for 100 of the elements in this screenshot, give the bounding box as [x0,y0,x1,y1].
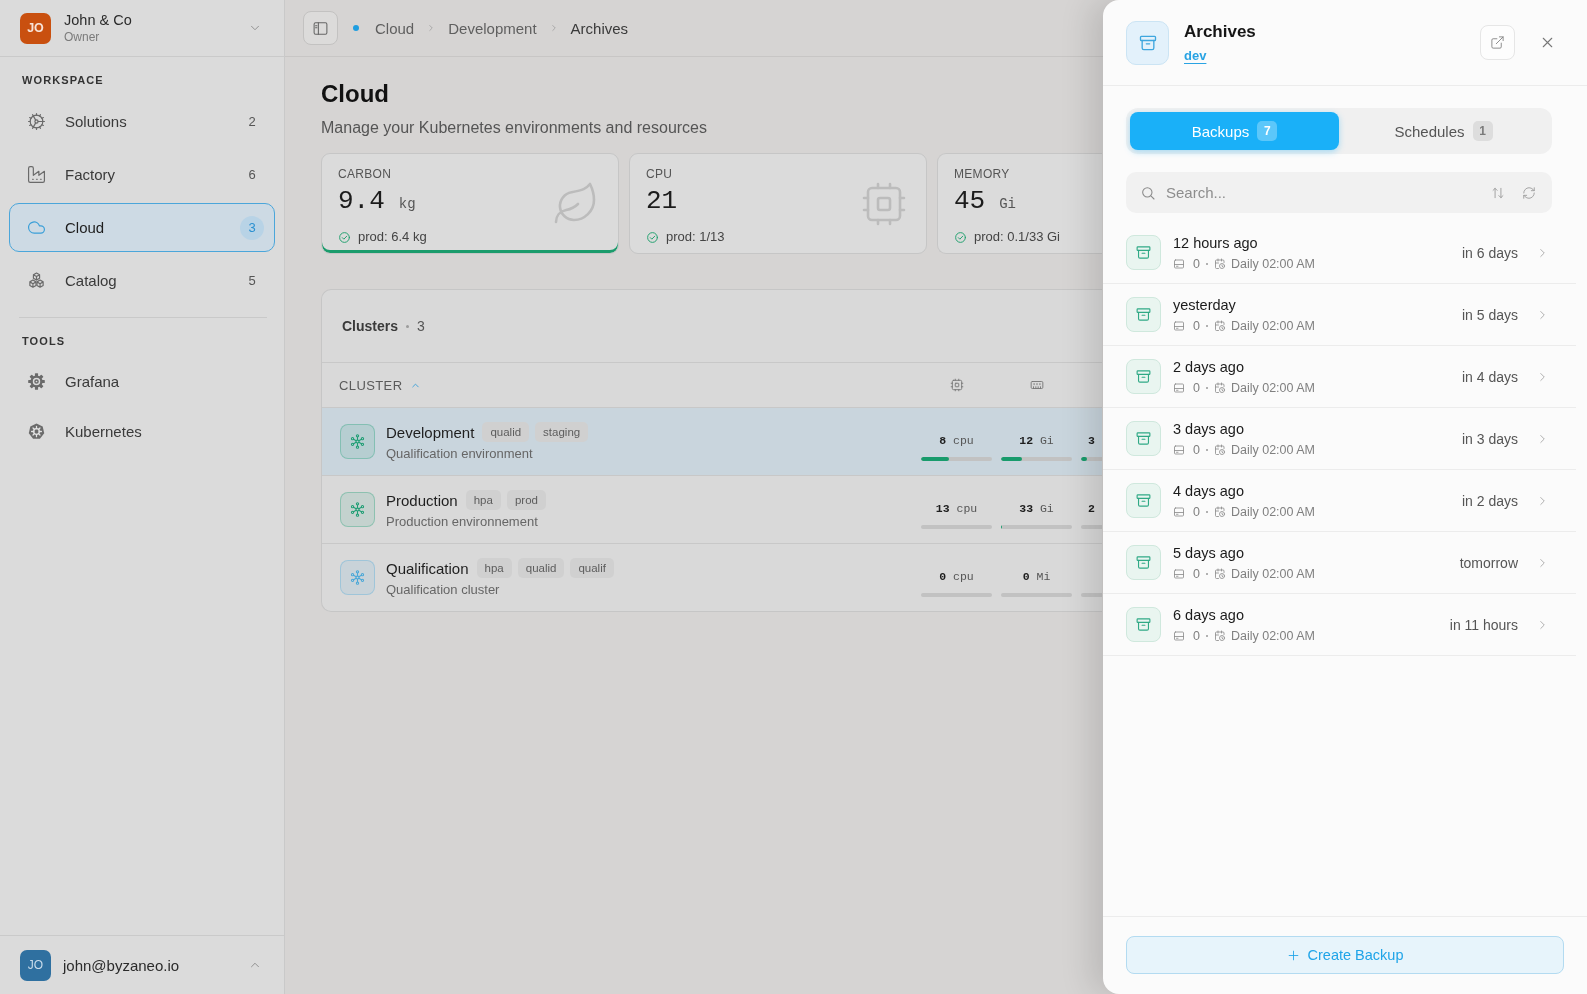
hard-drive-icon [1173,567,1185,580]
backup-row[interactable]: 3 days ago 0 Daily 02:00 AM in 3 days [1103,408,1576,470]
backup-time: 2 days ago [1173,357,1244,377]
calendar-clock-icon [1213,629,1226,642]
user-avatar: JO [20,949,51,981]
cubes-icon [27,271,46,290]
search-field[interactable]: Search... [1126,172,1552,213]
hard-drive-icon [1173,629,1185,642]
column-header[interactable]: CLUSTER [339,377,422,393]
archive-icon [1126,421,1161,456]
backup-time: 6 days ago [1173,605,1244,625]
cluster-name: Production [386,491,458,509]
sort-icon[interactable] [1491,185,1505,200]
calendar-clock-icon [1213,319,1226,332]
stat-card[interactable]: CPU 21 prod: 1/13 [629,153,927,254]
calendar-clock-icon [1213,567,1226,580]
backup-row[interactable]: 6 days ago 0 Daily 02:00 AM in 11 hours [1103,594,1576,656]
page-title: Cloud [321,79,389,109]
nav-item[interactable]: Catalog 5 [9,256,275,305]
backup-row[interactable]: 5 days ago 0 Daily 02:00 AM tomorrow [1103,532,1576,594]
table-row[interactable]: Qualification hpa qualid qualif Qualification cluster 0 cpu 0 Mi [322,544,1102,611]
cluster-name: Development [386,423,475,441]
section-title: TOOLS [22,334,66,349]
stat-label: MEMORY [954,166,1010,182]
refresh-icon[interactable] [1522,185,1536,200]
nav-item[interactable]: Kubernetes [9,408,275,454]
archive-icon [1126,483,1161,518]
backup-row[interactable]: yesterday 0 Daily 02:00 AM in 5 days [1103,284,1576,346]
memory-icon [1029,378,1044,392]
usage-value: 3 [1088,432,1095,449]
search-icon [1140,184,1156,201]
nav-item[interactable]: Cloud 3 [9,203,275,252]
check-circle-icon [954,230,967,244]
stat-card[interactable]: MEMORY 45 Gi prod: 0.1/33 Gi [937,153,1102,254]
stat-unit: Gi [999,196,1017,212]
hard-drive-icon [1173,257,1185,270]
table-row[interactable]: Production hpa prod Production environnement 13 cpu 33 Gi 2 [322,476,1102,544]
backup-time: 3 days ago [1173,419,1244,439]
stat-note: prod: 1/13 [666,228,725,246]
backup-size: 0 [1193,255,1200,272]
cluster-count: 3 [417,318,425,334]
helm-wheel-icon [27,421,46,441]
backup-size: 0 [1193,565,1200,582]
table-row[interactable]: Development qualid staging Qualification environment 8 cpu 12 Gi 3 [322,408,1102,476]
stat-card[interactable]: CARBON 9.4 kg prod: 6.4 kg [321,153,619,254]
usage-value: 8 cpu [939,432,974,449]
backup-row[interactable]: 2 days ago 0 Daily 02:00 AM in 4 days [1103,346,1576,408]
calendar-clock-icon [1213,381,1226,394]
calendar-clock-icon [1213,257,1226,270]
usage-value: 0 cpu [939,568,974,585]
archive-icon [1126,20,1169,65]
organization-name: John & Co [64,12,132,28]
tag: hpa [465,490,501,510]
nav-item[interactable]: Grafana [9,358,275,404]
expiry-time: in 11 hours [1449,616,1518,633]
external-link-icon [1490,35,1505,50]
cluster-description: Qualification environment [386,446,533,461]
backup-time: 5 days ago [1173,543,1244,563]
stat-value: 9.4 [338,186,385,216]
backup-time: 12 hours ago [1173,233,1258,253]
hard-drive-icon [1173,381,1185,394]
organization-role: Owner [64,30,100,44]
breadcrumb-link[interactable]: Cloud [375,19,415,37]
hard-drive-icon [1173,319,1185,332]
separator-dot-icon [406,324,410,328]
hard-drive-icon [1173,505,1185,518]
factory-icon [27,165,46,184]
usage-value: 2 [1088,500,1095,517]
backup-size: 0 [1193,379,1200,396]
backup-schedule: Daily 02:00 AM [1230,379,1316,396]
panel-title: Clusters [342,318,399,334]
stat-label: CARBON [338,166,392,182]
cluster-name: Qualification [386,559,469,577]
archive-icon [1126,607,1161,642]
open-external-button[interactable] [1480,25,1515,60]
expiry-time: in 5 days [1461,306,1518,323]
backup-time: 4 days ago [1173,481,1244,501]
archive-icon [1126,235,1161,270]
breadcrumb-link[interactable]: Development [448,19,537,37]
archive-icon [1126,359,1161,394]
backup-schedule: Daily 02:00 AM [1230,565,1316,582]
nav-item[interactable]: Factory 6 [9,150,275,199]
backup-row[interactable]: 12 hours ago 0 Daily 02:00 AM in 6 days [1103,222,1576,284]
tag: staging [535,422,589,442]
expiry-time: in 2 days [1461,492,1518,509]
expiry-time: tomorrow [1459,554,1518,571]
tab[interactable]: Schedules 1 [1339,112,1548,150]
plus-icon [1286,948,1300,962]
stat-note: prod: 0.1/33 Gi [974,228,1060,246]
gear-icon [27,371,46,391]
stat-label: CPU [646,166,673,182]
backup-schedule: Daily 02:00 AM [1230,441,1316,458]
breadcrumb-current: Archives [570,19,629,37]
check-circle-icon [338,230,351,244]
backup-schedule: Daily 02:00 AM [1230,627,1316,644]
tag: qualid [482,422,530,442]
backup-row[interactable]: 4 days ago 0 Daily 02:00 AM in 2 days [1103,470,1576,532]
sidebar-toggle-button[interactable] [303,11,338,45]
backup-size: 0 [1193,503,1200,520]
nav-item[interactable]: Solutions 2 [9,97,275,146]
